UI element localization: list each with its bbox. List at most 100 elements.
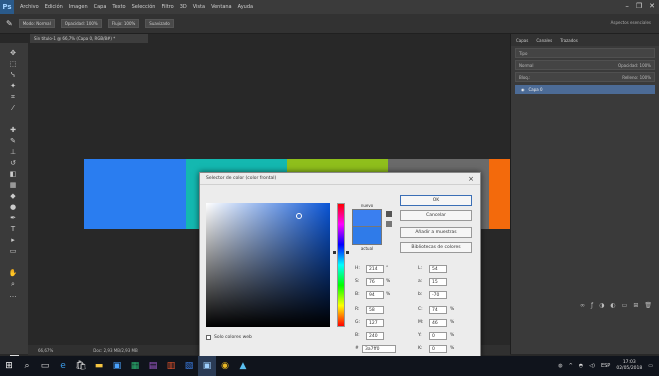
layer-row[interactable]: ◉ Capa 0 [515,85,655,94]
rgb-b-input[interactable]: 240 [366,332,384,340]
mode-select[interactable]: Modo: Normal [18,19,55,28]
cmyk-k-input[interactable]: 0 [429,345,447,353]
rgb-r-input[interactable]: 58 [366,306,384,314]
adjustment-icon[interactable]: ◐ [610,302,615,312]
opacity-field[interactable]: Opacidad: 100% [60,19,102,28]
notifications-icon[interactable]: ▭ [648,363,653,369]
blend-mode-select[interactable]: Normal Opacidad: 100% [515,60,655,70]
tab-layers[interactable]: Capas [516,38,528,43]
color-field-cursor[interactable] [296,213,302,219]
layer-opacity[interactable]: Opacidad: 100% [618,63,651,68]
minimize-button[interactable]: – [625,2,629,10]
lab-l-input[interactable]: 54 [429,265,447,273]
gamut-warning-icon[interactable] [386,211,392,217]
link-layers-icon[interactable]: ∞ [580,302,585,312]
mask-icon[interactable]: ◑ [599,302,604,312]
cmyk-c-input[interactable]: 74 [429,306,447,314]
dodge-tool-icon[interactable]: ● [7,203,19,211]
menu-item[interactable]: Filtro [161,4,173,10]
close-icon[interactable]: × [468,175,474,183]
color-libraries-button[interactable]: Bibliotecas de colores [400,242,472,253]
photoshop-active-icon[interactable]: ▣ [198,356,216,376]
web-colors-option[interactable]: Solo colores web [206,335,252,340]
clock[interactable]: 17:03 02/05/2018 [616,360,642,372]
excel-icon[interactable]: ▦ [126,356,144,376]
current-color-swatch[interactable] [352,227,382,245]
new-layer-icon[interactable]: ⊞ [633,302,638,312]
hsb-b-input[interactable]: 94 [366,291,384,299]
more-tools-icon[interactable]: … [7,291,19,299]
flow-field[interactable]: Flujo: 100% [107,19,140,28]
crop-tool-icon[interactable]: ⌗ [7,93,19,101]
cancel-button[interactable]: Cancelar [400,210,472,221]
cmyk-m-input[interactable]: 46 [429,319,447,327]
menu-item[interactable]: Imagen [69,4,88,10]
zoom-tool-icon[interactable]: ⌕ [7,280,19,288]
zoom-level[interactable]: 66,67% [38,348,53,353]
layer-fill[interactable]: Relleno: 100% [622,75,651,80]
color-field[interactable] [206,203,330,327]
volume-icon[interactable]: ◁) [589,363,595,369]
windows-icon[interactable]: ⊞ [0,356,18,376]
maximize-button[interactable]: ❐ [636,2,642,10]
eyedropper-tool-icon[interactable]: ⁄ [7,104,19,112]
menu-item[interactable]: Capa [94,4,107,10]
group-folder-icon[interactable]: ▭ [622,302,628,312]
menu-item[interactable]: Texto [112,4,125,10]
search-icon[interactable]: ⌕ [18,356,36,376]
workspace-select[interactable]: Aspectos esenciales [611,20,651,25]
fx-icon[interactable]: ƒ [591,302,593,312]
powerpoint-icon[interactable]: ▥ [162,356,180,376]
move-tool-icon[interactable]: ✥ [7,49,19,57]
eraser-tool-icon[interactable]: ◧ [7,170,19,178]
visibility-eye-icon[interactable]: ◉ [521,87,525,92]
hex-input[interactable]: 3a7ff0 [362,345,396,353]
menu-item[interactable]: Vista [193,4,205,10]
tray-chevron-icon[interactable]: ^ [569,363,573,369]
tab-channels[interactable]: Canales [536,38,552,43]
path-select-tool-icon[interactable]: ▸ [7,236,19,244]
hsb-h-input[interactable]: 214 [366,265,384,273]
stamp-tool-icon[interactable]: ⊥ [7,148,19,156]
tab-paths[interactable]: Trazados [560,38,578,43]
blur-tool-icon[interactable]: ◆ [7,192,19,200]
cmyk-y-input[interactable]: 0 [429,332,447,340]
onenote-icon[interactable]: ▤ [144,356,162,376]
quick-select-tool-icon[interactable]: ✦ [7,82,19,90]
menu-item[interactable]: Edición [45,4,63,10]
gradient-tool-icon[interactable]: ▦ [7,181,19,189]
hue-slider[interactable] [337,203,345,327]
chrome-icon[interactable]: ◉ [216,356,234,376]
language-indicator[interactable]: ESP [601,363,610,369]
hand-tool-icon[interactable]: ✋ [7,269,19,277]
user-icon[interactable]: ◍ [558,363,562,369]
hue-slider-handle[interactable] [333,251,349,254]
layer-kind-filter[interactable]: Tipo [515,48,655,58]
web-colors-checkbox[interactable] [206,335,211,340]
network-icon[interactable]: ◓ [579,363,583,369]
pen-tool-icon[interactable]: ✒ [7,214,19,222]
menu-item[interactable]: Selección [132,4,156,10]
menu-item[interactable]: 3D [180,4,187,10]
healing-tool-icon[interactable]: ✚ [7,126,19,134]
menu-item[interactable]: Archivo [20,4,39,10]
trash-icon[interactable]: 🗑 [644,302,652,312]
rgb-g-input[interactable]: 127 [366,319,384,327]
brush-icon[interactable]: ✎ [6,19,13,28]
brush-tool-icon[interactable]: ✎ [7,137,19,145]
task-view-icon[interactable]: ▭ [36,356,54,376]
document-tab[interactable]: Sin título-1 @ 66,7% (Capa 0, RGB/8#) * [30,34,148,43]
lab-b-input[interactable]: -70 [429,291,447,299]
hsb-s-input[interactable]: 76 [366,278,384,286]
close-window-button[interactable]: ✕ [649,2,655,10]
shape-tool-icon[interactable]: ▭ [7,247,19,255]
web-safe-warning-icon[interactable] [386,221,392,227]
photoshop-icon[interactable]: ▣ [108,356,126,376]
menu-item[interactable]: Ayuda [238,4,253,10]
edge-icon[interactable]: e [54,356,72,376]
history-brush-tool-icon[interactable]: ↺ [7,159,19,167]
type-tool-icon[interactable]: T [7,225,19,233]
lasso-tool-icon[interactable]: ᓭ [7,71,19,79]
word-icon[interactable]: ▧ [180,356,198,376]
store-icon[interactable]: 🛍 [72,356,90,376]
